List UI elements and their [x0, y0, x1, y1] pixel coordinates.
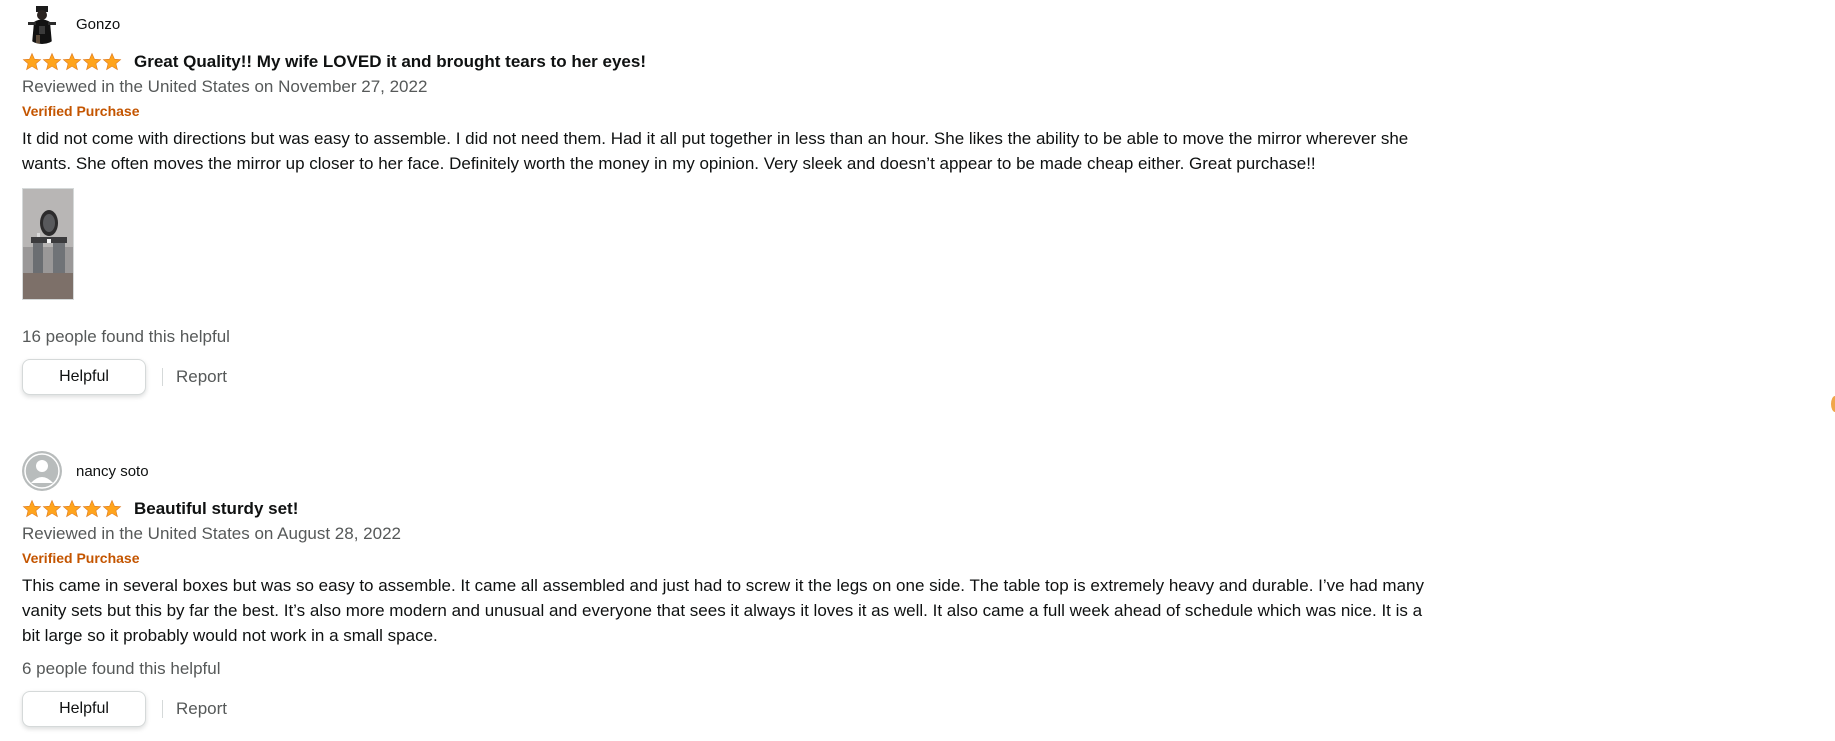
reviews-page: Gonzo Great Quality!! My wife LOVED it a… [0, 0, 1835, 741]
review-actions: Helpful Report [22, 690, 1442, 728]
reviewer-name[interactable]: Gonzo [76, 16, 120, 33]
review-title-row: Great Quality!! My wife LOVED it and bro… [22, 51, 1442, 73]
review-title-row: Beautiful sturdy set! [22, 498, 1442, 520]
reviewer-avatar[interactable] [22, 4, 62, 44]
verified-purchase-badge: Verified Purchase [22, 550, 140, 566]
five-stars-icon [22, 52, 122, 71]
review-item: Gonzo Great Quality!! My wife LOVED it a… [22, 4, 1442, 396]
default-user-icon [22, 451, 62, 491]
review-body: It did not come with directions but was … [22, 129, 1409, 173]
reviewer-avatar[interactable] [22, 451, 62, 491]
report-link[interactable]: Report [176, 699, 227, 719]
helpful-button[interactable]: Helpful [22, 691, 146, 727]
review-title[interactable]: Beautiful sturdy set! [134, 499, 298, 519]
reviewer-name[interactable]: nancy soto [76, 463, 149, 480]
star-rating[interactable] [22, 499, 122, 519]
verified-purchase-badge: Verified Purchase [22, 103, 140, 119]
five-stars-icon [22, 499, 122, 518]
review-date: Reviewed in the United States on Novembe… [22, 77, 428, 96]
action-divider [162, 700, 163, 718]
star-rating[interactable] [22, 52, 122, 72]
review-date: Reviewed in the United States on August … [22, 524, 401, 543]
review-actions: Helpful Report [22, 358, 1442, 396]
review-image-thumbnail[interactable] [22, 188, 74, 300]
helpful-count: 16 people found this helpful [22, 327, 230, 346]
helpful-button[interactable]: Helpful [22, 359, 146, 395]
review-title[interactable]: Great Quality!! My wife LOVED it and bro… [134, 52, 646, 72]
user-photo-icon [22, 4, 62, 44]
edge-indicator [1831, 396, 1835, 412]
review-item: nancy soto Beautiful sturdy set! Reviewe… [22, 451, 1442, 728]
review-body: This came in several boxes but was so ea… [22, 576, 1424, 645]
reviewer-profile[interactable]: nancy soto [22, 451, 1442, 491]
reviewer-profile[interactable]: Gonzo [22, 4, 1442, 44]
action-divider [162, 368, 163, 386]
review-photo [23, 189, 73, 299]
helpful-count: 6 people found this helpful [22, 659, 221, 678]
report-link[interactable]: Report [176, 367, 227, 387]
